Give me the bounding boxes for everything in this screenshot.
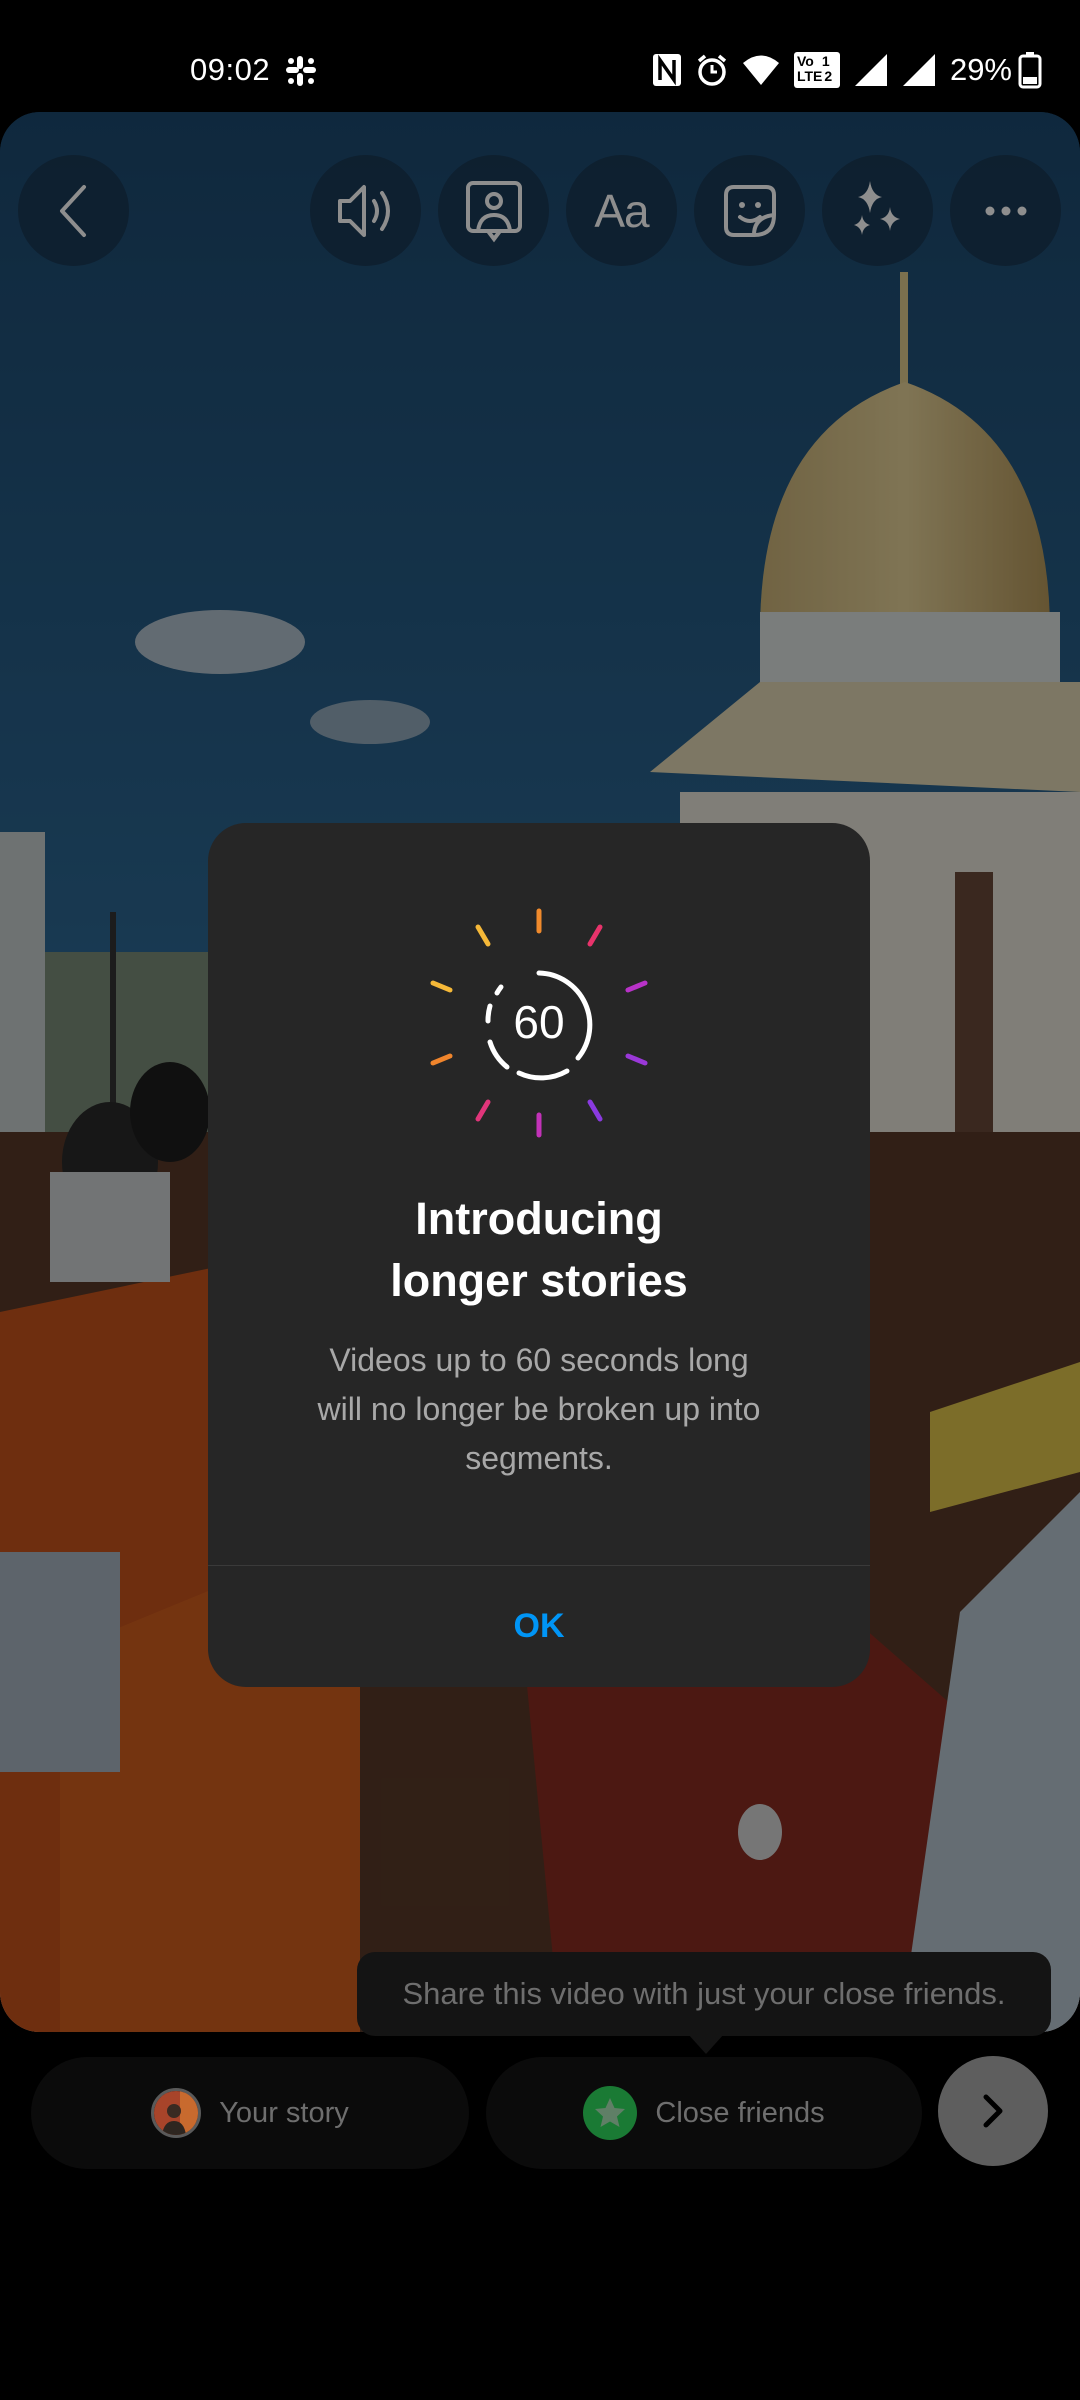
chevron-right-icon bbox=[983, 2094, 1003, 2128]
effects-button[interactable] bbox=[822, 155, 933, 266]
sticker-icon bbox=[723, 184, 776, 237]
ray bbox=[587, 924, 603, 947]
status-time: 09:02 bbox=[190, 52, 271, 87]
effects-icon bbox=[853, 180, 900, 235]
dialog-body: Videos up to 60 seconds long will no lon… bbox=[317, 1342, 761, 1476]
sticker-button[interactable] bbox=[694, 155, 805, 266]
wifi-icon bbox=[742, 55, 779, 85]
status-icons: Vo 1 LTE 2 29% bbox=[652, 50, 1080, 90]
back-button[interactable] bbox=[18, 155, 129, 266]
ok-button[interactable]: OK bbox=[208, 1566, 870, 1687]
volte-icon: Vo 1 LTE 2 bbox=[793, 52, 840, 88]
avatar bbox=[151, 2088, 202, 2138]
longer-stories-dialog: 60 Introducing longer stories Videos up … bbox=[208, 823, 870, 1687]
slack-icon bbox=[286, 56, 316, 86]
text-icon: Aa bbox=[594, 184, 649, 237]
back-icon bbox=[59, 184, 86, 237]
battery-icon bbox=[1018, 52, 1042, 89]
close-friends-star-icon bbox=[583, 2086, 638, 2140]
battery-percent: 29% bbox=[949, 52, 1012, 87]
your-story-label: Your story bbox=[219, 2096, 349, 2129]
avatar-image bbox=[154, 2091, 199, 2135]
sound-button[interactable] bbox=[310, 155, 421, 266]
text-tool-button[interactable]: Aa bbox=[566, 155, 677, 266]
ray bbox=[475, 1099, 491, 1122]
close-friends-tooltip: Share this video with just your close fr… bbox=[357, 1952, 1051, 2036]
status-bar: 09:02 Vo 1 LTE 2 29% bbox=[0, 0, 1080, 112]
sound-icon bbox=[337, 184, 390, 237]
signal-sim1-icon bbox=[854, 54, 887, 86]
close-friends-label: Close friends bbox=[655, 2096, 825, 2129]
share-next-button[interactable] bbox=[938, 2056, 1048, 2166]
mention-icon bbox=[465, 180, 522, 242]
tooltip-pointer bbox=[688, 2034, 724, 2054]
ray bbox=[587, 1099, 603, 1122]
more-options-button[interactable] bbox=[950, 155, 1061, 266]
more-icon bbox=[985, 206, 1026, 215]
nfc-icon bbox=[652, 54, 681, 86]
close-friends-button[interactable]: Close friends bbox=[486, 2057, 922, 2169]
mention-button[interactable] bbox=[438, 155, 549, 266]
signal-sim2-icon bbox=[902, 54, 935, 86]
ray bbox=[475, 924, 491, 947]
dialog-title: Introducing longer stories bbox=[390, 1193, 688, 1306]
badge-number: 60 bbox=[513, 996, 565, 1048]
your-story-button[interactable]: Your story bbox=[31, 2057, 469, 2169]
alarm-icon bbox=[697, 54, 727, 86]
